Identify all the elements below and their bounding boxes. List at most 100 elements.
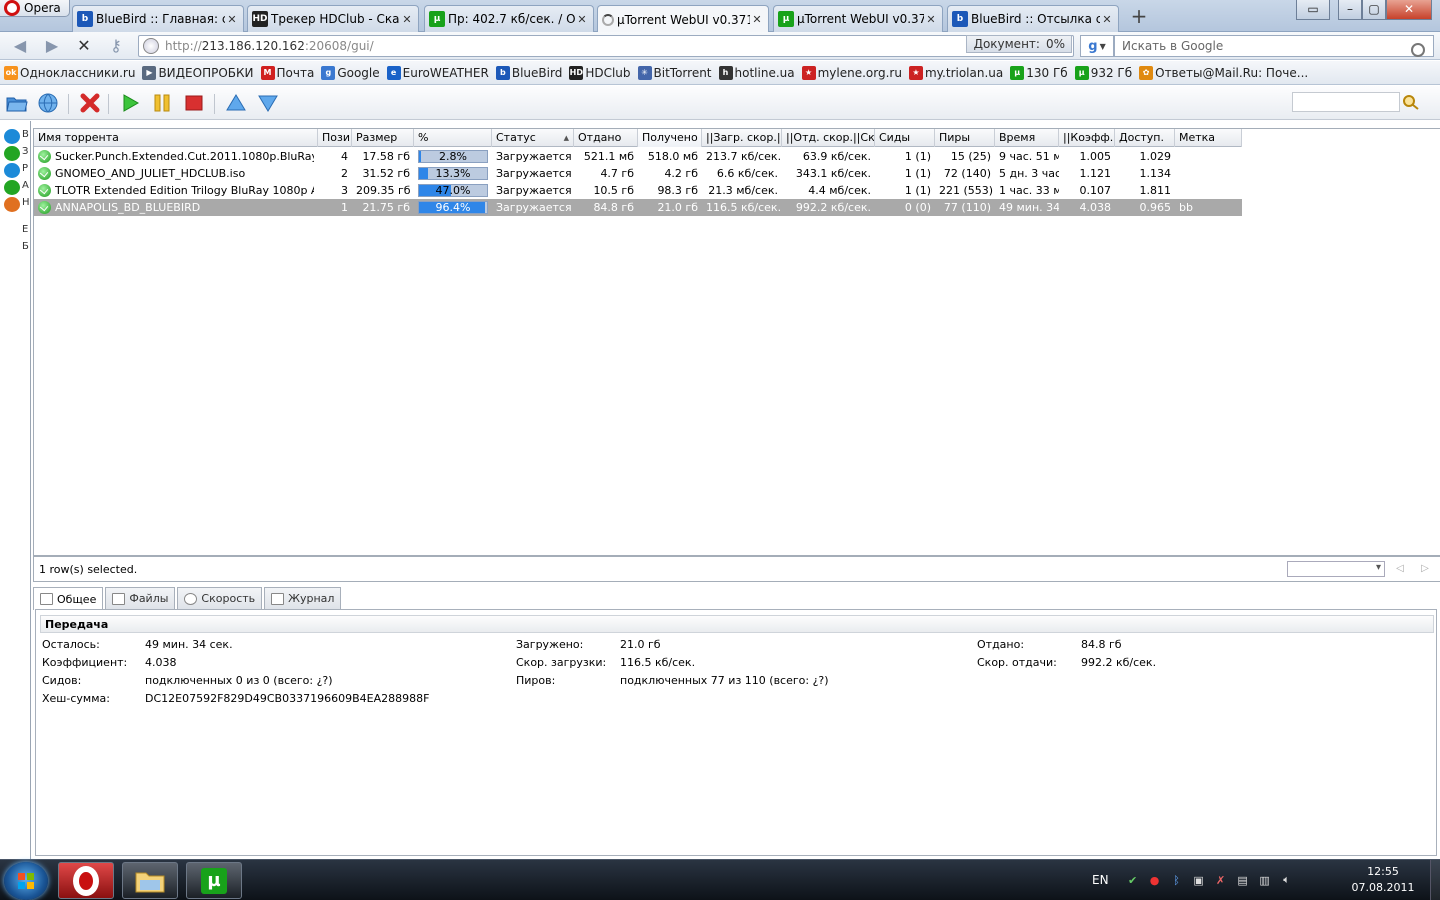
tab-log[interactable]: Журнал <box>264 587 342 609</box>
filter-search-button[interactable] <box>1400 92 1422 112</box>
browser-tab-6[interactable]: bBlueBird :: Отсылка со...✕ <box>947 5 1119 32</box>
column-header[interactable]: Статус <box>492 129 574 147</box>
taskbar-explorer[interactable] <box>122 862 178 899</box>
browser-tab-5[interactable]: µ µTorrent WebUI v0.371 ✕ <box>773 5 943 32</box>
wand-button[interactable]: ⚷ <box>104 35 128 57</box>
category-label[interactable]: Н <box>22 197 30 208</box>
tab-general[interactable]: Общее <box>33 587 104 610</box>
torrent-row[interactable]: Sucker.Punch.Extended.Cut.2011.1080p.Blu… <box>34 148 1242 165</box>
category-label[interactable]: В <box>22 129 29 140</box>
add-url-button[interactable] <box>36 91 60 115</box>
back-button[interactable]: ◀ <box>8 35 32 57</box>
opera-menu-button[interactable]: Opera <box>0 0 70 17</box>
bookmark-item[interactable]: b BlueBird <box>495 65 562 80</box>
close-tab-icon[interactable]: ✕ <box>400 13 414 26</box>
bookmark-item[interactable]: h hotline.ua <box>718 65 795 80</box>
category-icon[interactable] <box>4 146 20 161</box>
start-button[interactable] <box>4 862 48 900</box>
category-label[interactable]: А <box>22 180 29 191</box>
monitor-icon[interactable]: ▣ <box>1191 872 1207 888</box>
move-up-button[interactable] <box>224 91 248 115</box>
close-tab-icon[interactable]: ✕ <box>575 13 589 26</box>
bluetooth-icon[interactable]: ᛒ <box>1169 872 1185 888</box>
column-header[interactable]: % <box>414 129 492 147</box>
close-tab-icon[interactable]: ✕ <box>924 13 938 26</box>
column-header[interactable]: ||Загр. скор.|| <box>702 129 782 147</box>
torrent-row[interactable]: TLOTR Extended Edition Trilogy BluRay 10… <box>34 182 1242 199</box>
column-header[interactable]: Получено <box>638 129 702 147</box>
network-icon[interactable]: ▥ <box>1257 872 1273 888</box>
column-header[interactable]: ||Коэфф.|| <box>1059 129 1115 147</box>
category-icon[interactable] <box>4 197 20 212</box>
stop-button[interactable]: ✕ <box>72 35 96 57</box>
browser-tab-1[interactable]: bBlueBird :: Главная: ск...✕ <box>72 5 244 32</box>
bookmark-item[interactable]: ✳ BitTorrent <box>637 65 712 80</box>
category-label[interactable]: Р <box>22 163 28 174</box>
browser-tab-2[interactable]: HDТрекер HDClub - Скач...✕ <box>247 5 419 32</box>
torrent-row[interactable]: ANNAPOLIS_BD_BLUEBIRD 1 21.75 гб 96.4% Загру… <box>34 199 1242 216</box>
bookmark-item[interactable]: µ 932 Гб <box>1074 65 1132 80</box>
column-header[interactable]: Время <box>995 129 1059 147</box>
add-torrent-button[interactable] <box>5 91 29 115</box>
forward-button[interactable]: ▶ <box>40 35 64 57</box>
category-icon[interactable] <box>4 180 20 195</box>
stop-torrent-button[interactable] <box>182 91 206 115</box>
remove-torrent-button[interactable] <box>78 91 102 115</box>
torrent-filter-input[interactable] <box>1292 92 1400 112</box>
close-tab-icon[interactable]: ✕ <box>225 13 239 26</box>
bookmark-item[interactable]: ★ my.triolan.ua <box>908 65 1003 80</box>
close-tab-icon[interactable]: ✕ <box>1100 13 1114 26</box>
flag-icon[interactable]: ✗ <box>1213 872 1229 888</box>
opera-tray-icon[interactable]: ● <box>1147 872 1163 888</box>
maximize-button[interactable]: ▢ <box>1362 0 1386 20</box>
tab-files[interactable]: Файлы <box>105 587 176 609</box>
browser-tab-4[interactable]: µTorrent WebUI v0.371 ✕ <box>597 5 769 33</box>
move-down-button[interactable] <box>256 91 280 115</box>
category-label[interactable]: Б <box>22 241 29 252</box>
search-input[interactable]: Искать в Google <box>1114 35 1434 57</box>
column-header[interactable]: Размер <box>352 129 414 147</box>
bookmark-item[interactable]: M Почта <box>260 65 314 80</box>
column-header[interactable]: Имя торрента <box>34 129 318 147</box>
category-icon[interactable] <box>4 129 20 144</box>
device-icon[interactable]: ▤ <box>1235 872 1251 888</box>
search-icon[interactable] <box>1411 43 1425 57</box>
volume-icon[interactable]: 🔈︎ <box>1279 872 1295 888</box>
network-shield-icon[interactable]: ✔ <box>1125 872 1141 888</box>
search-engine-selector[interactable]: g ▼ <box>1080 35 1114 57</box>
taskbar-opera[interactable] <box>58 862 114 899</box>
show-desktop-button[interactable] <box>1430 860 1440 900</box>
start-button[interactable] <box>118 91 142 115</box>
category-label[interactable]: З <box>22 146 28 157</box>
pause-button[interactable] <box>150 91 174 115</box>
taskbar-utorrent[interactable]: µ <box>186 862 242 899</box>
tab-list-button[interactable]: ▭ <box>1296 0 1330 20</box>
close-tab-icon[interactable]: ✕ <box>750 13 764 26</box>
address-field[interactable]: http://213.186.120.162:20608/gui/ <box>138 35 1074 57</box>
category-label[interactable]: Е <box>22 224 28 235</box>
clock[interactable]: 12:55 07.08.2011 <box>1350 864 1416 896</box>
language-indicator[interactable]: EN <box>1092 873 1109 887</box>
close-window-button[interactable]: ✕ <box>1386 0 1432 20</box>
bookmark-item[interactable]: ★ mylene.org.ru <box>801 65 902 80</box>
tab-speed[interactable]: Скорость <box>177 587 263 609</box>
minimize-button[interactable]: – <box>1338 0 1362 20</box>
next-page-button[interactable]: ▷ <box>1418 561 1432 577</box>
column-header[interactable]: Позиц <box>318 129 352 147</box>
bookmark-item[interactable]: g Google <box>321 65 380 80</box>
column-header[interactable]: ||Отд. скор.||Ско <box>782 129 875 147</box>
column-header[interactable]: Сиды <box>875 129 935 147</box>
column-header[interactable]: Метка <box>1175 129 1242 147</box>
page-select[interactable] <box>1287 561 1385 577</box>
bookmark-item[interactable]: ok Одноклассники.ru <box>4 65 135 80</box>
column-header[interactable]: Отдано <box>574 129 638 147</box>
bookmark-item[interactable]: HD HDClub <box>569 65 631 80</box>
browser-tab-3[interactable]: µПр: 402.7 кб/сек. / От: ...✕ <box>424 5 594 32</box>
bookmark-item[interactable]: ✿ Ответы@Mail.Ru: Поче... <box>1139 65 1308 80</box>
bookmark-item[interactable]: e EuroWEATHER <box>386 65 489 80</box>
bookmark-item[interactable]: ▶ ВИДЕОПРОБКИ <box>142 65 254 80</box>
new-tab-button[interactable]: + <box>1128 6 1150 28</box>
torrent-row[interactable]: GNOMEO_AND_JULIET_HDCLUB.iso 2 31.52 гб 13.… <box>34 165 1242 182</box>
column-header[interactable]: Пиры <box>935 129 995 147</box>
bookmark-item[interactable]: µ 130 Гб <box>1010 65 1068 80</box>
